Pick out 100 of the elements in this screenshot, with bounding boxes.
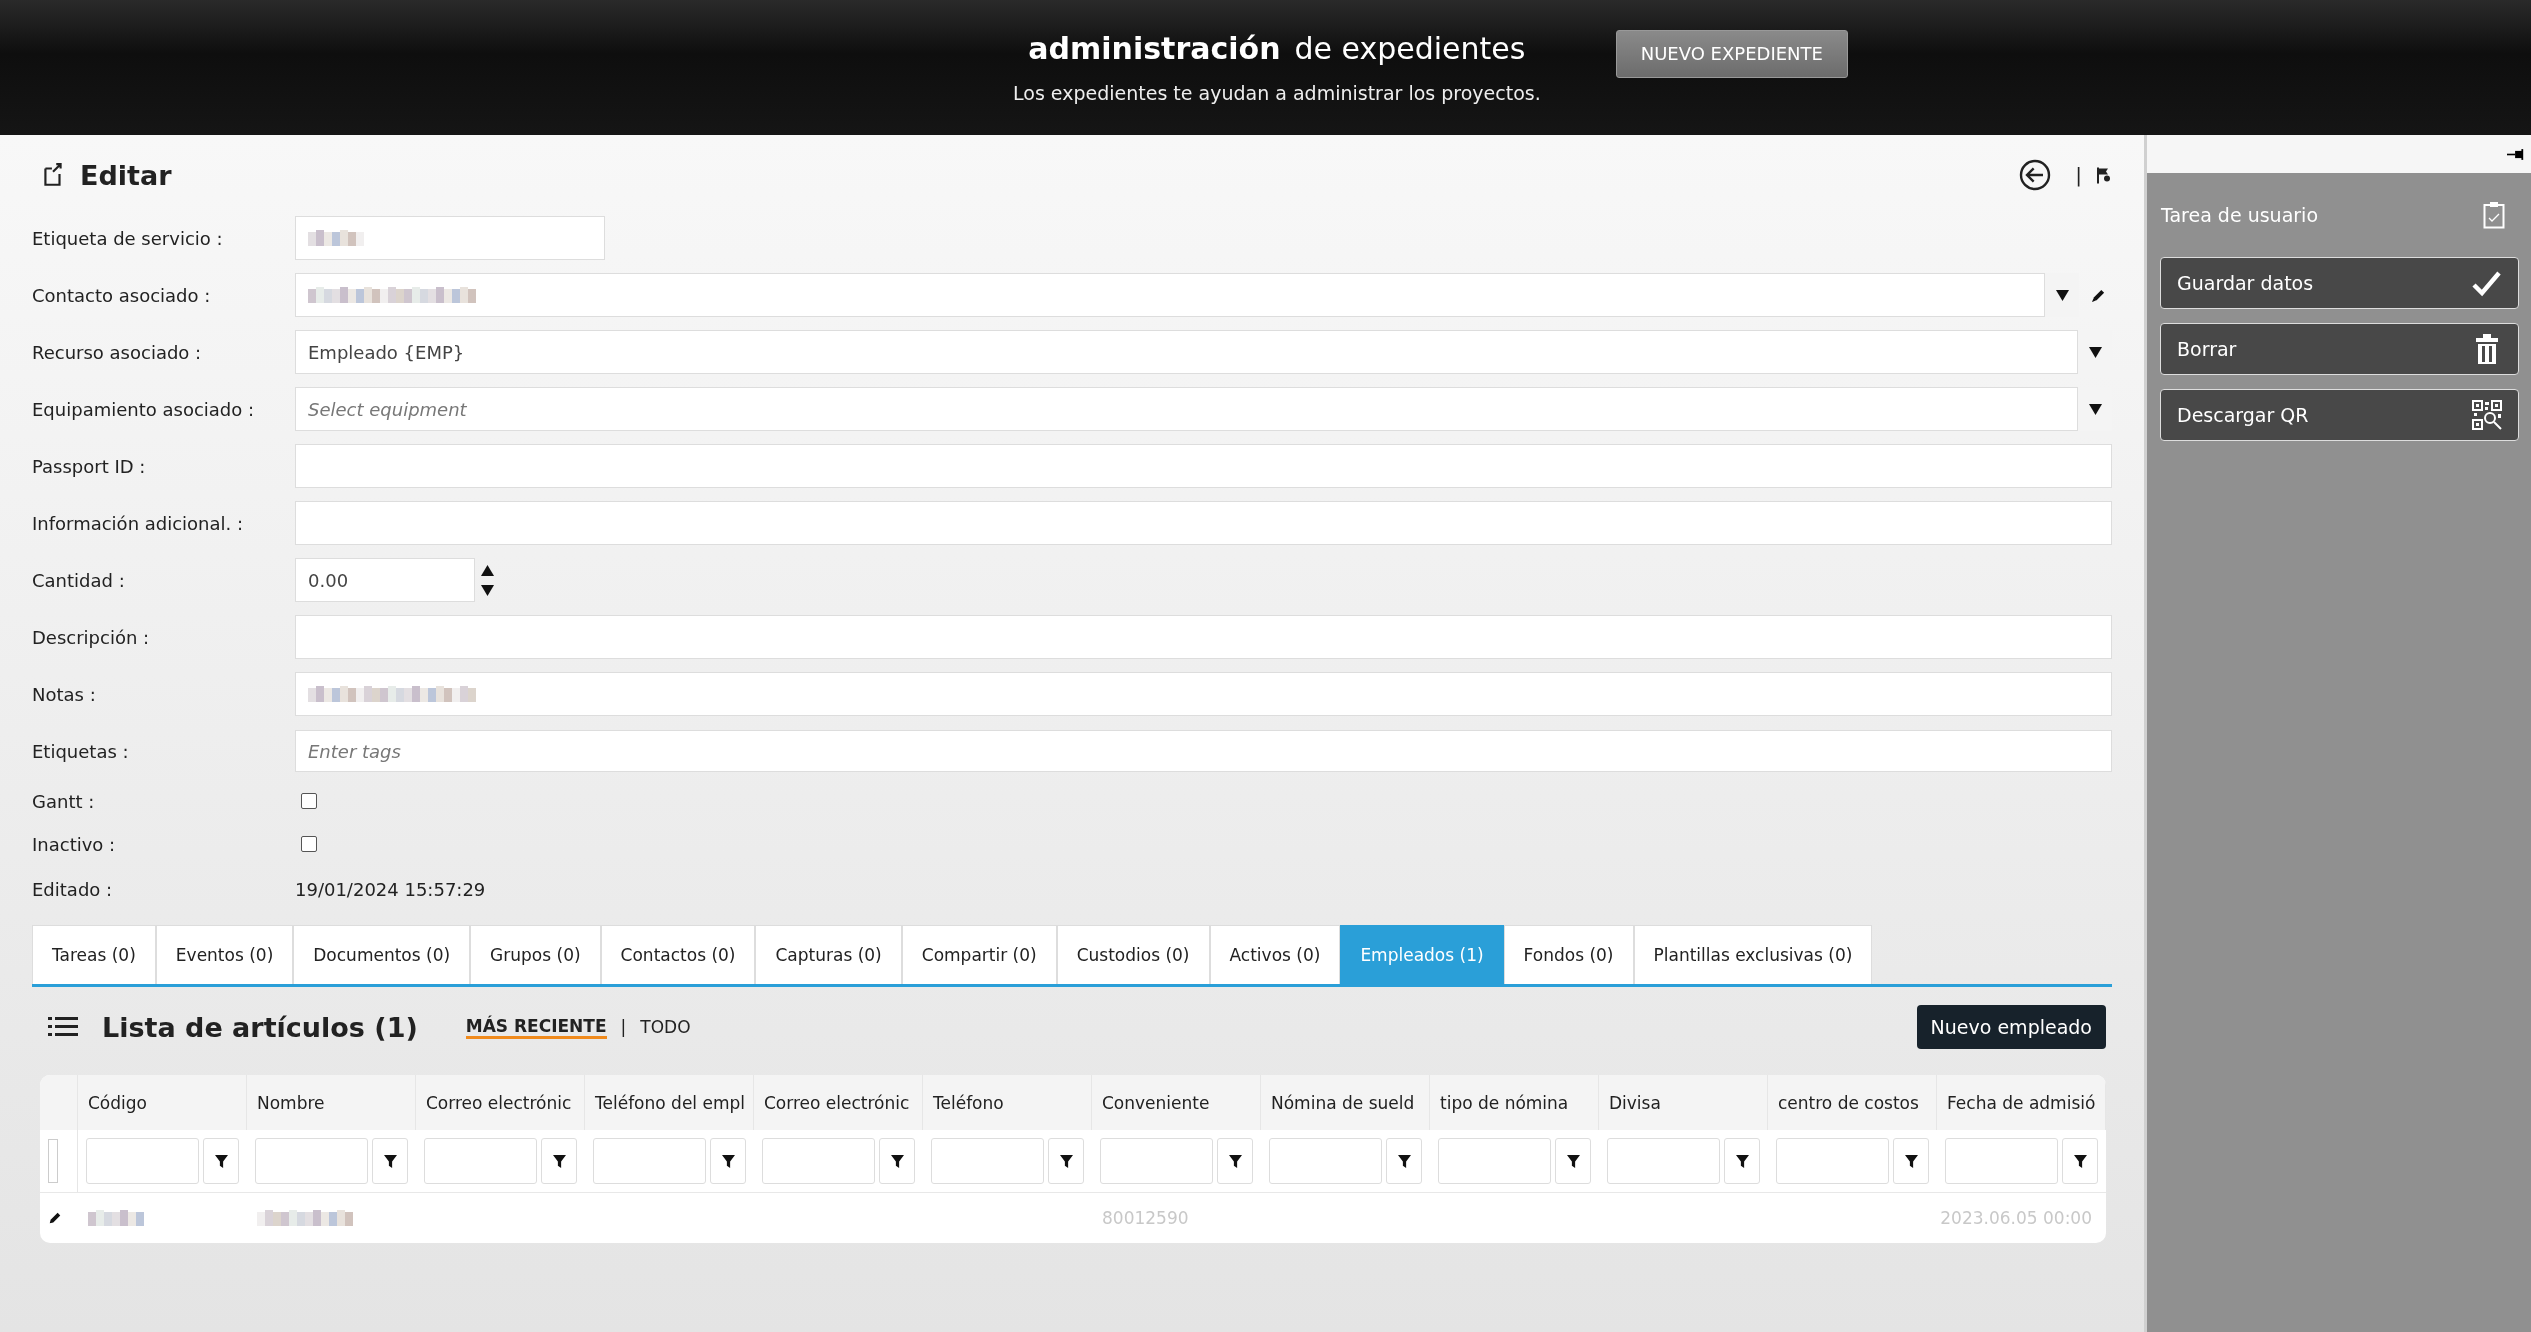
field-label: Contacto asociado : [32, 284, 212, 306]
tab[interactable]: Capturas (0) [755, 925, 902, 984]
filter-field[interactable] [762, 1138, 875, 1184]
new-employee-button[interactable]: Nuevo empleado [1916, 1005, 2106, 1049]
filter-button[interactable] [879, 1138, 915, 1184]
flag-icon[interactable] [2096, 165, 2112, 185]
input-field[interactable]: 0.00 [295, 558, 475, 602]
spin-down-icon[interactable] [481, 584, 494, 596]
column-header[interactable]: tipo de nómina [1430, 1075, 1599, 1130]
input-field[interactable] [295, 444, 2112, 488]
field-label: Información adicional. : [32, 512, 245, 534]
filter-icon [1059, 1154, 1073, 1168]
tab[interactable]: Plantillas exclusivas (0) [1633, 925, 1873, 984]
pencil-icon[interactable] [2091, 287, 2106, 303]
new-record-button[interactable]: NUEVO EXPEDIENTE [1615, 29, 1848, 78]
column-header[interactable]: centro de costos [1768, 1075, 1937, 1130]
dropdown-arrow-icon[interactable] [2088, 403, 2102, 415]
filter-link[interactable]: TODO [640, 1017, 691, 1037]
filter-field[interactable] [1607, 1138, 1720, 1184]
spin-up-icon[interactable] [481, 564, 494, 576]
column-header[interactable]: Nombre [247, 1075, 416, 1130]
column-header[interactable]: Fecha de admisió [1937, 1075, 2106, 1130]
field-label: Passport ID : [32, 455, 147, 477]
tab[interactable]: Custodios (0) [1056, 925, 1210, 984]
input-field[interactable] [295, 216, 605, 260]
field-label: Equipamiento asociado : [32, 398, 256, 420]
filter-button[interactable] [541, 1138, 577, 1184]
filter-field[interactable] [1945, 1138, 2058, 1184]
field-label: Recurso asociado : [32, 341, 203, 363]
tab[interactable]: Eventos (0) [155, 925, 294, 984]
separator: | [620, 1017, 627, 1037]
filter-icon [890, 1154, 904, 1168]
filter-button[interactable] [1893, 1138, 1929, 1184]
pencil-icon[interactable] [48, 1211, 62, 1225]
tab[interactable]: Compartir (0) [901, 925, 1057, 984]
filter-button[interactable] [1555, 1138, 1591, 1184]
filter-button[interactable] [203, 1138, 239, 1184]
column-header[interactable]: Teléfono del empl [585, 1075, 754, 1130]
field-label: Descripción : [32, 626, 151, 648]
checkbox[interactable] [301, 793, 317, 809]
dropdown-arrow-icon[interactable] [2055, 289, 2069, 301]
filter-button[interactable] [1217, 1138, 1253, 1184]
list-icon [48, 1016, 78, 1038]
separator: | [2075, 163, 2082, 187]
filter-icon [1397, 1154, 1411, 1168]
filter-button[interactable] [710, 1138, 746, 1184]
field-label: Etiquetas : [32, 740, 130, 762]
field-label: Notas : [32, 683, 97, 705]
dropdown-arrow-icon[interactable] [2088, 346, 2102, 358]
section-title: Editar [80, 159, 172, 191]
pin-icon[interactable] [2507, 148, 2525, 160]
input-field[interactable] [295, 672, 2112, 716]
checkbox[interactable] [301, 836, 317, 852]
filter-field[interactable] [1269, 1138, 1382, 1184]
input-field[interactable] [295, 273, 2045, 317]
tab[interactable]: Tareas (0) [32, 925, 156, 984]
input-field[interactable] [295, 615, 2112, 659]
field-label: Cantidad : [32, 569, 126, 591]
action-button[interactable]: Borrar [2160, 323, 2519, 375]
filter-field[interactable] [48, 1139, 58, 1183]
action-button[interactable]: Descargar QR [2160, 389, 2519, 441]
filter-button[interactable] [1386, 1138, 1422, 1184]
tab[interactable]: Documentos (0) [293, 925, 471, 984]
filter-icon [2073, 1154, 2087, 1168]
column-header[interactable]: Correo electrónic [754, 1075, 923, 1130]
column-header[interactable]: Teléfono [923, 1075, 1092, 1130]
filter-link[interactable]: MÁS RECIENTE [465, 1015, 607, 1039]
filter-field[interactable] [1438, 1138, 1551, 1184]
filter-field[interactable] [593, 1138, 706, 1184]
filter-field[interactable] [1100, 1138, 1213, 1184]
input-field[interactable]: Empleado {EMP} [295, 330, 2078, 374]
column-header[interactable]: Conveniente [1092, 1075, 1261, 1130]
filter-field[interactable] [424, 1138, 537, 1184]
filter-field[interactable] [931, 1138, 1044, 1184]
filter-field[interactable] [255, 1138, 368, 1184]
page-subtitle: Los expedientes te ayudan a administrar los proyectos. [1013, 82, 1541, 104]
field-label: Etiqueta de servicio : [32, 227, 224, 249]
clipboard-icon [2483, 201, 2505, 229]
input-field[interactable]: Enter tags [295, 730, 2112, 772]
filter-field[interactable] [86, 1138, 199, 1184]
tab[interactable]: Grupos (0) [470, 925, 601, 984]
tab[interactable]: Activos (0) [1209, 925, 1341, 984]
input-field[interactable]: Select equipment [295, 387, 2078, 431]
filter-button[interactable] [1048, 1138, 1084, 1184]
filter-button[interactable] [2062, 1138, 2098, 1184]
tab[interactable]: Fondos (0) [1503, 925, 1634, 984]
column-header[interactable]: Divisa [1599, 1075, 1768, 1130]
filter-field[interactable] [1776, 1138, 1889, 1184]
column-header[interactable]: Código [78, 1075, 247, 1130]
filter-icon [383, 1154, 397, 1168]
tab[interactable]: Contactos (0) [600, 925, 756, 984]
filter-button[interactable] [1724, 1138, 1760, 1184]
column-header[interactable]: Correo electrónic [416, 1075, 585, 1130]
action-button[interactable]: Guardar datos [2160, 257, 2519, 309]
column-header[interactable]: Nómina de sueld [1261, 1075, 1430, 1130]
page-title: administración [1028, 31, 1281, 66]
input-field[interactable] [295, 501, 2112, 545]
qr-code-icon [2472, 400, 2502, 430]
back-icon[interactable] [2019, 159, 2052, 191]
filter-button[interactable] [372, 1138, 408, 1184]
